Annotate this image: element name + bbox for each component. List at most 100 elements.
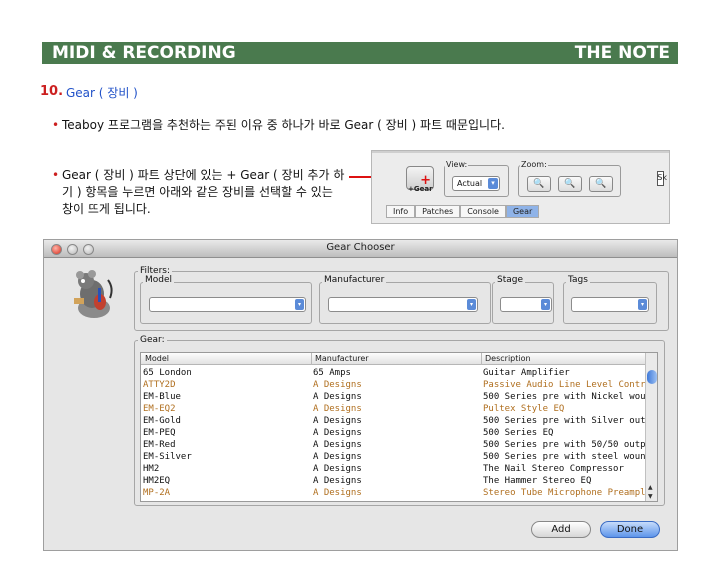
magnifier-icon: 🔍 [564,179,576,189]
manufacturer-cell: A Designs [313,440,362,450]
description-cell: 500 Series pre with Silver output... [483,416,646,426]
model-cell: 65 London [143,368,192,378]
description-cell: 500 Series pre with Nickel wound... [483,392,646,402]
vertical-scrollbar[interactable]: ▲ ▼ [645,353,657,501]
description-cell: 500 Series pre with steel wound t... [483,452,646,462]
table-row[interactable]: EM-PEQ A Designs 500 Series EQ [141,427,646,439]
toolbar-tabs: Info Patches Console Gear [386,205,540,218]
done-button[interactable]: Done [600,521,660,538]
stage-filter-label: Stage [495,275,526,285]
view-select-value: Actual [457,179,483,188]
description-cell: The Nail Stereo Compressor [483,464,624,474]
model-cell: HM2EQ [143,476,171,486]
column-header-description[interactable]: Description [485,354,531,363]
tags-filter-select[interactable]: ▾ [571,297,649,312]
chevron-down-icon: ▾ [541,299,550,310]
model-cell: ATTY2D [143,380,176,390]
teaboy-mascot-logo [74,270,113,318]
bullet-2-line-2: 기 ) 항목을 누르면 아래와 같은 장비를 선택할 수 있는 [62,185,333,199]
magnifier-icon: 🔍 [533,179,545,189]
model-filter-label: Model [143,275,175,285]
view-label: View: [445,160,469,169]
table-row[interactable]: 65 London 65 Amps Guitar Amplifier [141,367,646,379]
add-button[interactable]: Add [531,521,591,538]
chevron-down-icon: ▾ [638,299,647,310]
model-cell: MP-2A [143,488,171,498]
column-divider [311,353,312,365]
bullet-text: Teaboy 프로그램을 추천하는 주된 이유 중 하나가 바로 Gear ( … [62,118,505,132]
zoom-out-button[interactable]: 🔍 [558,176,582,192]
bullet-2-line-3: 창이 뜨게 됩니다. [62,202,151,216]
view-select[interactable]: Actual ▾ [452,176,500,191]
gear-chooser-window: Gear Chooser Filters: Model ▾ Manufactur… [43,239,678,551]
manufacturer-cell: A Designs [313,380,362,390]
header-banner: MIDI & RECORDING THE NOTE [42,42,678,64]
manufacturer-cell: A Designs [313,392,362,402]
section-number: 10. [40,84,64,99]
toolbar-side-text: Sk [657,173,667,182]
gear-table[interactable]: Model Manufacturer Description 65 London… [140,352,658,502]
manufacturer-cell: A Designs [313,416,362,426]
column-header-model[interactable]: Model [145,354,169,363]
table-header: Model Manufacturer Description [141,353,646,365]
tab-gear[interactable]: Gear [505,205,540,218]
bullet-1: • Teaboy 프로그램을 추천하는 주된 이유 중 하나가 바로 Gear … [52,117,505,134]
description-cell: 500 Series pre with 50/50 output... [483,440,646,450]
model-cell: EM-Silver [143,452,192,462]
description-cell: Pultex Style EQ [483,404,565,414]
stage-filter-select[interactable]: ▾ [500,297,552,312]
model-cell: EM-PEQ [143,428,176,438]
table-row[interactable]: HM2 A Designs The Nail Stereo Compressor [141,463,646,475]
tab-info[interactable]: Info [386,205,416,218]
model-filter-select[interactable]: ▾ [149,297,306,312]
description-cell: Passive Audio Line Level Control... [483,380,646,390]
filters-group: Filters: Model ▾ Manufacturer ▾ Stage ▾ … [134,266,669,331]
toolbar-divider [372,151,669,153]
add-gear-label: +Gear [408,185,433,193]
model-cell: EM-EQ2 [143,404,176,414]
description-cell: Guitar Amplifier [483,368,570,378]
toolbar-screenshot: + +Gear View: Actual ▾ Zoom: 🔍 🔍 🔍 Sk In… [371,150,670,224]
manufacturer-filter-select[interactable]: ▾ [328,297,478,312]
table-row[interactable]: EM-Gold A Designs 500 Series pre with Silv… [141,415,646,427]
scroll-up-icon[interactable]: ▲ [648,484,653,491]
table-row[interactable]: EM-EQ2 A Designs Pultex Style EQ [141,403,646,415]
table-row[interactable]: ATTY2D A Designs Passive Audio Line Level … [141,379,646,391]
banner-right-title: THE NOTE [574,43,670,63]
manufacturer-cell: 65 Amps [313,368,351,378]
table-row[interactable]: EM-Red A Designs 500 Series pre with 50/50… [141,439,646,451]
chevron-down-icon: ▾ [488,178,498,189]
tab-console[interactable]: Console [460,205,506,218]
table-row[interactable]: EM-Blue A Designs 500 Series pre with Nick… [141,391,646,403]
column-header-manufacturer[interactable]: Manufacturer [315,354,369,363]
table-row[interactable]: EM-Silver A Designs 500 Series pre with st… [141,451,646,463]
chevron-down-icon: ▾ [295,299,304,310]
table-row[interactable]: MP-2A A Designs Stereo Tube Microphone Pre… [141,487,646,499]
bullet-marker: • [52,118,60,132]
zoom-label: Zoom: [520,160,548,169]
model-cell: HM2 [143,464,160,474]
scroll-down-icon[interactable]: ▼ [648,493,653,500]
scroll-thumb[interactable] [647,370,657,384]
banner-left-title: MIDI & RECORDING [52,43,236,63]
manufacturer-cell: A Designs [313,476,362,486]
description-cell: The Hammer Stereo EQ [483,476,592,486]
description-cell: 500 Series EQ [483,428,554,438]
title-bar: Gear Chooser [44,240,677,258]
zoom-fit-button[interactable]: 🔍 [589,176,613,192]
model-cell: EM-Red [143,440,176,450]
table-row[interactable]: HM2EQ A Designs The Hammer Stereo EQ [141,475,646,487]
column-divider [481,353,482,365]
zoom-in-button[interactable]: 🔍 [527,176,551,192]
magnifier-icon: 🔍 [595,179,607,189]
bullet-2: • Gear ( 장비 ) 파트 상단에 있는 + Gear ( 장비 추가 하 [52,167,344,184]
tags-filter-label: Tags [566,275,590,285]
chevron-down-icon: ▾ [467,299,476,310]
manufacturer-cell: A Designs [313,428,362,438]
manufacturer-cell: A Designs [313,452,362,462]
model-cell: EM-Blue [143,392,181,402]
window-title: Gear Chooser [326,242,395,253]
manufacturer-filter-label: Manufacturer [322,275,387,285]
manufacturer-cell: A Designs [313,404,362,414]
tab-patches[interactable]: Patches [415,205,461,218]
